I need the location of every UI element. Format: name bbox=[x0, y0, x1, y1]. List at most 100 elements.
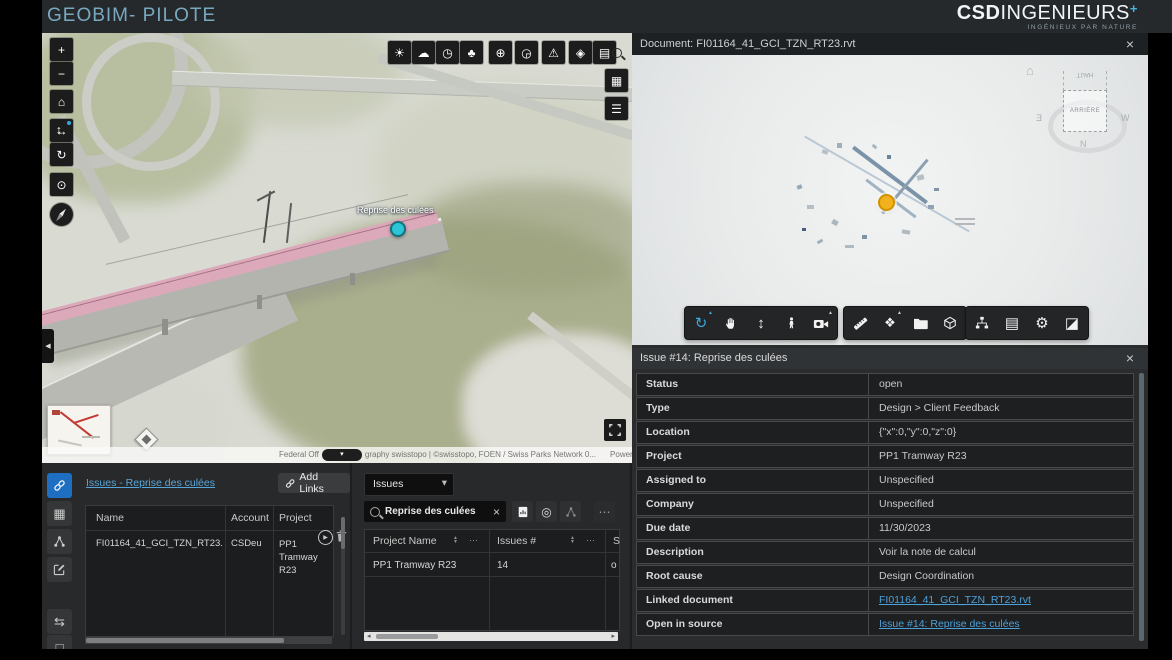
issues-row-project[interactable]: PP1 Tramway R23 bbox=[373, 560, 456, 571]
links-breadcrumb[interactable]: Issues - Reprise des culées bbox=[86, 477, 215, 489]
report-button[interactable] bbox=[512, 501, 533, 522]
map-canvas[interactable]: Reprise des culées + − ⌂ ↔↔ ↻ ⊙ ☀ ☁ ◷ ♣ … bbox=[42, 33, 632, 463]
links-col-project: Project bbox=[279, 512, 312, 524]
scroll-left-icon[interactable]: ◂ bbox=[367, 632, 371, 641]
issue-row-project: ProjectPP1 Tramway R23 bbox=[636, 445, 1134, 468]
hand-icon bbox=[724, 316, 738, 330]
close-document-button[interactable]: × bbox=[1126, 37, 1134, 51]
daylight-button[interactable]: ☀ bbox=[388, 41, 411, 64]
links-panel: ▦ ⇆ □ Issues - Reprise des culées Add Li… bbox=[42, 463, 350, 649]
issues-table: Project Name ▲▼ ⋯ Issues # ▲▼ ⋯ S PP1 Tr… bbox=[364, 529, 620, 631]
links-tab-button[interactable] bbox=[47, 473, 72, 498]
zoom-drag-icon: ↕ bbox=[757, 315, 765, 332]
issue-row-open-in-source: Open in sourceIssue #14: Reprise des cul… bbox=[636, 613, 1134, 636]
issues-type-dropdown[interactable]: Issues ▾ bbox=[364, 473, 454, 496]
open-link-button[interactable]: ▶ bbox=[318, 530, 333, 545]
bottom-panels: ▦ ⇆ □ Issues - Reprise des culées Add Li… bbox=[42, 463, 632, 649]
map-issue-marker[interactable] bbox=[390, 221, 406, 237]
elevation-button[interactable]: ⚠ bbox=[542, 41, 565, 64]
count-col-menu[interactable]: ⋯ bbox=[586, 535, 596, 546]
more-icon: ⋯ bbox=[599, 505, 611, 519]
properties-icon: ▤ bbox=[1005, 314, 1019, 332]
clear-search-icon[interactable]: × bbox=[493, 505, 500, 519]
target-button[interactable]: ◎ bbox=[536, 501, 557, 522]
links-vertical-scrollbar[interactable] bbox=[341, 517, 345, 635]
vegetation-button[interactable]: ♣ bbox=[460, 41, 483, 64]
layers-icon: ◈ bbox=[576, 46, 585, 60]
legend-button[interactable]: ☰ bbox=[605, 97, 628, 120]
viewer-toolbar-settings: ▤ ⚙ ◪ bbox=[965, 306, 1089, 340]
map-search-button[interactable] bbox=[605, 41, 628, 64]
links-row-account: CSDeu bbox=[231, 538, 262, 549]
add-links-button[interactable]: Add Links bbox=[278, 473, 350, 493]
relations-tab-button[interactable] bbox=[47, 529, 72, 554]
fullscreen-viewer-button[interactable]: ◪ bbox=[1058, 309, 1086, 337]
properties-button[interactable]: ▤ bbox=[998, 309, 1026, 337]
home-extent-button[interactable]: ⌂ bbox=[50, 90, 73, 113]
issues-col-count[interactable]: Issues # bbox=[497, 535, 536, 547]
model-issue-marker[interactable] bbox=[878, 194, 895, 211]
issue-row-due-date: Due date11/30/2023 bbox=[636, 517, 1134, 540]
weather-button[interactable]: ☁ bbox=[412, 41, 435, 64]
select-path-button[interactable] bbox=[560, 501, 581, 522]
sort-count-icon[interactable]: ▲▼ bbox=[570, 536, 575, 544]
attribution-toggle[interactable]: ▾ bbox=[322, 449, 362, 461]
issues-row-status-partial: o bbox=[611, 560, 617, 571]
table-tab-button[interactable]: ▦ bbox=[47, 501, 72, 526]
issue-panel-scrollbar[interactable] bbox=[1139, 373, 1144, 641]
issue-row-status: Statusopen bbox=[636, 373, 1134, 396]
linked-document-link[interactable]: FI01164_41_GCI_TZN_RT23.rvt bbox=[869, 590, 1031, 611]
logo-ingenieurs: INGENIEURS bbox=[1000, 2, 1129, 24]
first-person-button[interactable] bbox=[777, 309, 805, 337]
select-tab-button[interactable]: □ bbox=[47, 635, 72, 649]
shadow-button[interactable]: ◷ bbox=[436, 41, 459, 64]
compass-button[interactable] bbox=[50, 203, 73, 226]
slice-button[interactable]: ◶ bbox=[515, 41, 538, 64]
model-button[interactable] bbox=[936, 309, 964, 337]
sort-project-icon[interactable]: ▲▼ bbox=[453, 536, 458, 544]
target-icon: ◎ bbox=[541, 505, 551, 519]
measure-tool-button[interactable] bbox=[846, 309, 874, 337]
swap-tab-button[interactable]: ⇆ bbox=[47, 609, 72, 634]
orbit-tool-button[interactable]: ↻▲ bbox=[687, 309, 715, 337]
folder-button[interactable] bbox=[906, 309, 934, 337]
rotate-tool-button[interactable]: ↻ bbox=[50, 143, 73, 166]
more-options-button[interactable]: ⋯ bbox=[594, 501, 615, 522]
search-value: Reprise des culées bbox=[385, 506, 476, 517]
zoom-tool-button[interactable]: ↕ bbox=[747, 309, 775, 337]
globe-button[interactable]: ⊕ bbox=[489, 41, 512, 64]
issues-row-count: 14 bbox=[497, 560, 508, 571]
edit-tab-button[interactable] bbox=[47, 557, 72, 582]
links-table: Name Account Project FI01164_41_GCI_TZN_… bbox=[85, 505, 334, 637]
explode-tool-button[interactable]: ❖▲ bbox=[876, 309, 904, 337]
rotate-icon: ↻ bbox=[56, 148, 66, 162]
issues-search-input[interactable]: Reprise des culées × bbox=[364, 501, 506, 522]
links-horizontal-scrollbar[interactable] bbox=[85, 637, 332, 644]
settings-button[interactable]: ⚙ bbox=[1028, 309, 1056, 337]
locate-button[interactable]: ⊙ bbox=[50, 173, 73, 196]
camera-tool-button[interactable]: ▲ bbox=[807, 309, 835, 337]
scroll-right-icon[interactable]: ▸ bbox=[611, 632, 615, 641]
map-issue-label[interactable]: Reprise des culées bbox=[357, 205, 434, 215]
close-issue-button[interactable]: × bbox=[1126, 351, 1134, 365]
issues-col-project[interactable]: Project Name bbox=[373, 535, 437, 547]
issues-horizontal-scrollbar[interactable]: ◂ ▸ bbox=[364, 632, 618, 641]
model-viewer-canvas[interactable]: ⌂ HAUT ARRIÈRE E W N bbox=[632, 55, 1148, 345]
panel-collapse-tab[interactable]: ◀ bbox=[42, 329, 54, 363]
links-row-name[interactable]: FI01164_41_GCI_TZN_RT23.rvt bbox=[96, 538, 223, 549]
open-in-source-link[interactable]: Issue #14: Reprise des culées bbox=[869, 614, 1020, 635]
plus-icon: + bbox=[58, 43, 65, 57]
basemap-button[interactable]: ▦ bbox=[605, 69, 628, 92]
project-col-menu[interactable]: ⋯ bbox=[469, 535, 479, 546]
zoom-in-button[interactable]: + bbox=[50, 38, 73, 61]
zoom-out-button[interactable]: − bbox=[50, 62, 73, 85]
pan-tool-button[interactable]: ↔↔ bbox=[50, 119, 73, 142]
pan-tool-button-viewer[interactable] bbox=[717, 309, 745, 337]
layers-button[interactable]: ◈ bbox=[569, 41, 592, 64]
gear-icon: ⚙ bbox=[1035, 314, 1048, 332]
globe-icon: ⊕ bbox=[495, 46, 505, 60]
attribution-text-right: graphy swisstopo | ©swisstopo, FOEN / Sw… bbox=[365, 450, 596, 459]
map-fullscreen-button[interactable] bbox=[604, 419, 626, 441]
cube-icon bbox=[943, 316, 957, 330]
model-browser-button[interactable] bbox=[968, 309, 996, 337]
